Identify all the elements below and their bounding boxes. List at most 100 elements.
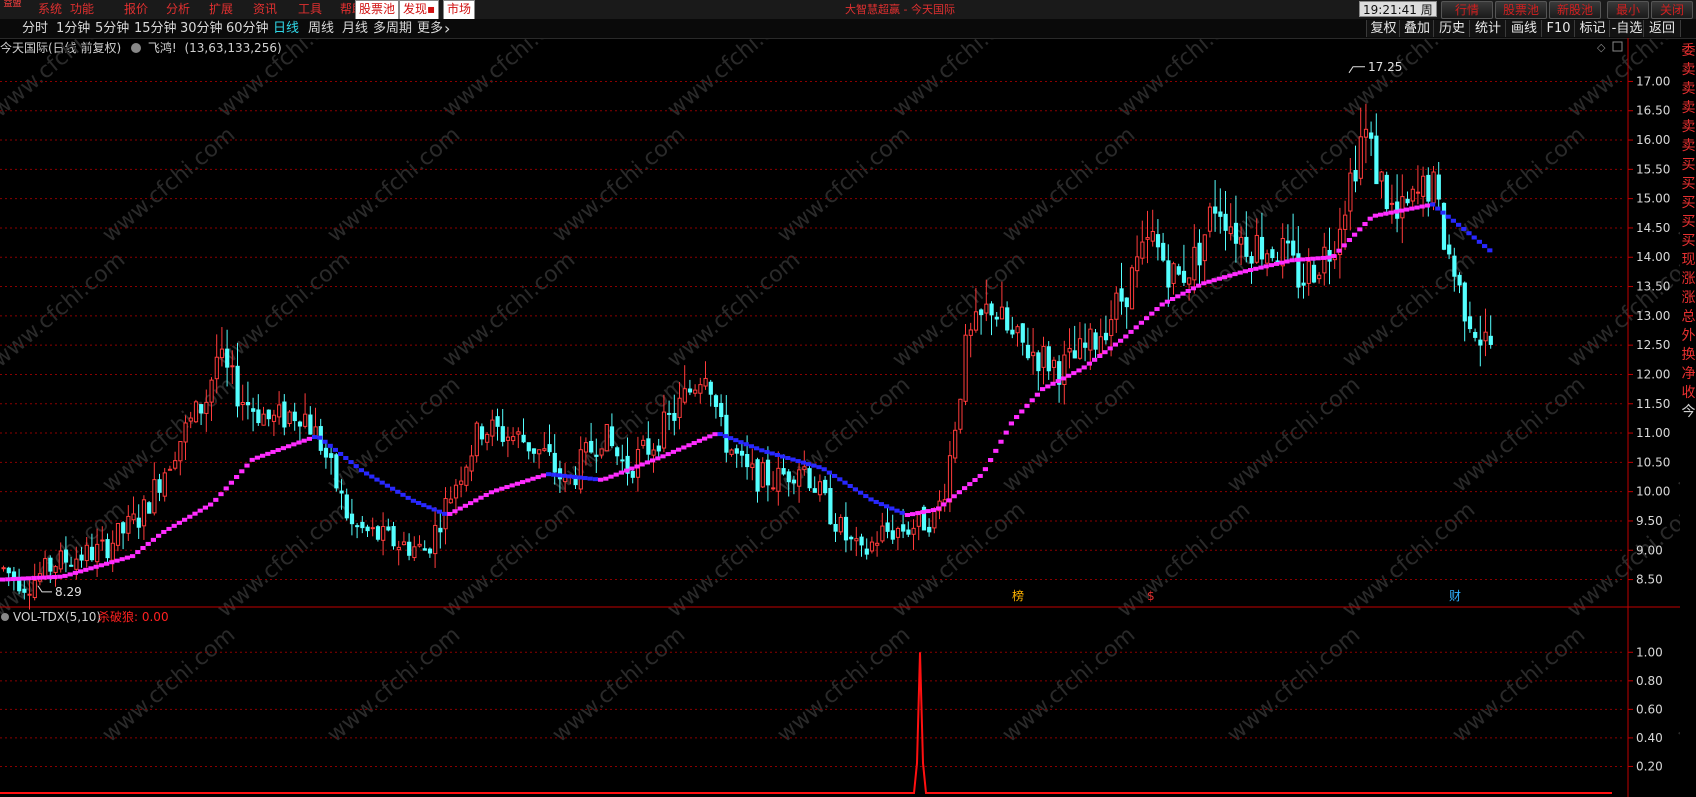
ma-segment: [1279, 260, 1285, 265]
kline-chart[interactable]: www.cfchi.com www.cfchi.com www.cfchi.com w…: [0, 38, 1680, 797]
price-tick-label: 12.50: [1636, 338, 1670, 352]
period-2[interactable]: 5分钟: [95, 19, 129, 38]
ma-segment: [837, 477, 843, 482]
candle-body: [1171, 263, 1176, 284]
event-marker-2[interactable]: 财: [1449, 589, 1461, 603]
period-10[interactable]: 更多: [417, 19, 443, 38]
tool-button-4[interactable]: 画线: [1505, 20, 1543, 37]
sub-indicator-toggle-icon[interactable]: [1, 613, 9, 621]
candle-body: [1447, 244, 1452, 255]
period-7[interactable]: 周线: [308, 19, 334, 38]
menu-item-0[interactable]: 系统: [38, 1, 62, 18]
period-0[interactable]: 分时: [22, 19, 48, 38]
close-button[interactable]: 关闭: [1651, 1, 1693, 19]
tab-stock-pool[interactable]: 股票池: [1495, 1, 1547, 19]
candle-body: [1311, 264, 1317, 283]
period-5[interactable]: 60分钟: [226, 19, 269, 38]
tool-button-2[interactable]: 历史: [1433, 20, 1471, 37]
ma-segment: [696, 438, 702, 443]
candle-body: [656, 445, 661, 452]
candle-body: [147, 502, 152, 514]
ma-segment: [1424, 203, 1430, 208]
candle-body: [1270, 249, 1275, 259]
menu-item-2[interactable]: 报价: [124, 1, 148, 18]
ma-segment: [936, 506, 942, 511]
ma-segment: [499, 486, 505, 491]
period-1[interactable]: 1分钟: [56, 19, 90, 38]
watermark-text: www.cfchi.com: [1223, 622, 1365, 747]
menu-item-4[interactable]: 扩展: [209, 1, 233, 18]
tool-button-0[interactable]: 复权: [1366, 20, 1401, 37]
candle-body: [542, 448, 547, 451]
stock-pool-button[interactable]: 股票池: [355, 0, 400, 20]
menu-item-3[interactable]: 分析: [166, 1, 190, 18]
menu-item-1[interactable]: 功能: [70, 1, 94, 18]
ma-segment: [962, 486, 968, 491]
candle-body: [141, 499, 147, 527]
ma-segment: [192, 511, 198, 516]
candle-body: [1369, 132, 1374, 139]
candle-body: [157, 479, 162, 493]
tool-button-1[interactable]: 叠加: [1399, 20, 1435, 37]
candle-body: [1005, 307, 1010, 331]
diamond-icon[interactable]: ◇: [1597, 41, 1606, 54]
minimize-button[interactable]: 最小: [1607, 1, 1649, 19]
tool-button-7[interactable]: -自选: [1609, 20, 1645, 37]
candle-body: [1343, 214, 1348, 230]
candle-body: [1192, 246, 1197, 281]
period-6[interactable]: 日线: [273, 19, 299, 38]
tool-button-3[interactable]: 统计: [1469, 20, 1507, 37]
ma-segment: [208, 502, 214, 507]
event-marker-1[interactable]: $: [1147, 589, 1155, 603]
app-logo[interactable]: 益盟: [1, 0, 24, 17]
sub-indicator-value: 杀破狼: 0.00: [98, 609, 169, 624]
discover-label: 发现: [403, 2, 428, 16]
ma-segment: [1378, 212, 1384, 217]
tab-new-stock-pool[interactable]: 新股池: [1549, 1, 1601, 19]
candle-body: [999, 306, 1005, 320]
tool-button-8[interactable]: 返回: [1643, 20, 1681, 37]
chevron-right-icon[interactable]: ›: [444, 19, 450, 38]
ma-segment: [1040, 387, 1046, 392]
candle-body: [947, 455, 953, 503]
candle-body: [630, 470, 635, 478]
tool-button-6[interactable]: 标记: [1574, 20, 1611, 37]
ma-segment: [1029, 398, 1035, 403]
ma-segment: [1045, 384, 1051, 389]
ma-segment: [1118, 338, 1124, 343]
ma-segment: [650, 458, 656, 463]
candle-body: [505, 436, 511, 441]
ma-segment: [1419, 204, 1425, 209]
candle-body: [511, 436, 516, 442]
market-button[interactable]: 市场: [443, 0, 476, 20]
candle-body: [6, 567, 11, 574]
candle-body: [188, 417, 193, 422]
menu-item-6[interactable]: 工具: [298, 1, 322, 18]
candle-body: [745, 453, 750, 468]
ma-segment: [1216, 276, 1222, 281]
candle-body: [256, 409, 261, 424]
ma-segment: [780, 454, 786, 459]
candle-body: [427, 548, 433, 554]
discover-button[interactable]: 发现▪: [399, 0, 440, 20]
period-4[interactable]: 30分钟: [180, 19, 223, 38]
ma-segment: [1206, 279, 1212, 284]
candle-body: [1202, 234, 1207, 262]
candle-body: [74, 558, 79, 570]
tab-quote[interactable]: 行情: [1441, 1, 1493, 19]
candle-body: [817, 481, 823, 496]
tool-button-5[interactable]: F10: [1541, 20, 1576, 37]
event-marker-0[interactable]: 榜: [1012, 588, 1024, 603]
candle-body: [979, 309, 984, 316]
menu-item-5[interactable]: 资讯: [253, 1, 277, 18]
side-panel-label-5: 卖: [1681, 138, 1696, 154]
candle-body: [162, 472, 167, 497]
maximize-panel-icon[interactable]: [1612, 41, 1623, 52]
period-9[interactable]: 多周期: [373, 19, 412, 38]
period-8[interactable]: 月线: [342, 19, 368, 38]
sub-tick-label: 0.80: [1636, 674, 1663, 688]
sub-indicator-name[interactable]: VOL-TDX(5,10): [13, 610, 101, 624]
watermark-text: www.cfchi.com: [773, 622, 915, 747]
period-3[interactable]: 15分钟: [134, 19, 177, 38]
candle-body: [734, 448, 739, 454]
